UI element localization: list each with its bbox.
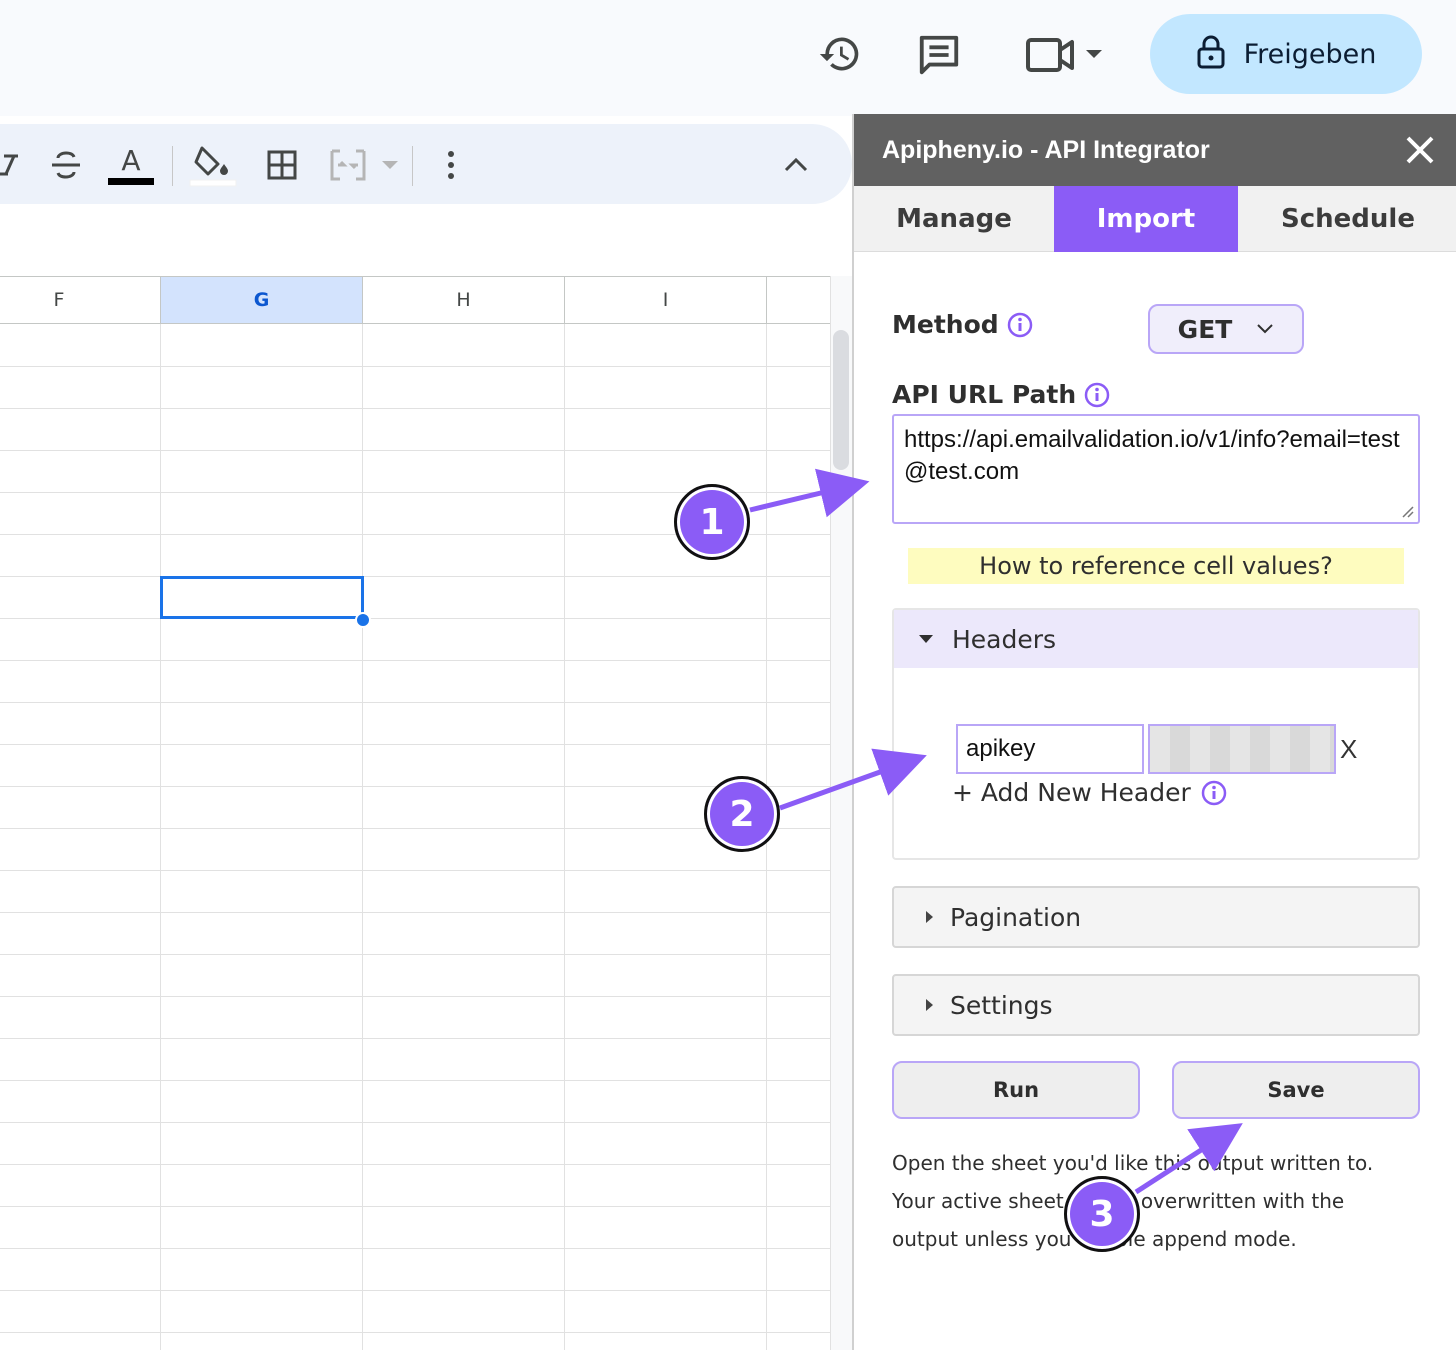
grid-row-line <box>0 1164 830 1165</box>
info-icon[interactable] <box>1201 780 1227 806</box>
caret-right-icon <box>926 911 933 923</box>
video-call-icon[interactable] <box>1024 32 1108 78</box>
output-note: Open the sheet you'd like this output wr… <box>892 1151 1374 1251</box>
close-icon[interactable] <box>1402 132 1438 168</box>
step-badge-2: 2 <box>704 776 780 852</box>
grid-row-line <box>0 744 830 745</box>
grid-column-line <box>564 324 565 1350</box>
history-icon[interactable] <box>816 30 864 78</box>
settings-label: Settings <box>950 990 1053 1020</box>
lock-icon <box>1196 35 1226 74</box>
sidebar-title: Apipheny.io - API Integrator <box>882 135 1210 164</box>
column-header-f[interactable]: F <box>0 276 161 324</box>
pagination-label: Pagination <box>950 902 1082 932</box>
more-options-icon[interactable] <box>436 140 466 190</box>
sidebar-titlebar: Apipheny.io - API Integrator <box>854 114 1456 186</box>
grid-row-line <box>0 1206 830 1207</box>
grid-row-line <box>0 618 830 619</box>
grid-column-line <box>160 324 161 1350</box>
grid-row-line <box>0 870 830 871</box>
grid-row-line <box>0 828 830 829</box>
column-header-g[interactable]: G <box>161 276 363 324</box>
api-url-value: https://api.emailvalidation.io/v1/info?e… <box>904 426 1400 485</box>
grid-row-line <box>0 912 830 913</box>
app-root: Freigeben A F G H I Apipheny.io - API In… <box>0 0 1456 1350</box>
apipheny-sidebar: Apipheny.io - API Integrator Manage Impo… <box>852 114 1456 1350</box>
column-header-i[interactable]: I <box>565 276 767 324</box>
sidebar-tabs: Manage Import Schedule <box>854 186 1456 252</box>
grid-row-line <box>0 1038 830 1039</box>
italic-icon[interactable] <box>0 140 20 190</box>
tab-schedule[interactable]: Schedule <box>1238 186 1456 252</box>
scrollbar-thumb[interactable] <box>833 330 849 470</box>
url-label: API URL Path <box>892 380 1077 409</box>
resize-handle-icon[interactable] <box>1401 505 1415 519</box>
api-url-textarea[interactable]: https://api.emailvalidation.io/v1/info?e… <box>892 414 1420 524</box>
tab-import[interactable]: Import <box>1054 186 1238 252</box>
add-header-label: + Add New Header <box>952 778 1191 807</box>
method-value: GET <box>1177 314 1233 344</box>
method-label-group: Method <box>892 310 1033 339</box>
grid-row-line <box>0 702 830 703</box>
settings-section[interactable]: Settings <box>892 974 1420 1036</box>
selected-cell[interactable] <box>160 576 364 619</box>
step-badge-3: 3 <box>1064 1176 1140 1252</box>
grid-row-line <box>0 1122 830 1123</box>
add-header-link[interactable]: + Add New Header <box>952 778 1227 807</box>
grid-column-line <box>362 324 363 1350</box>
tab-manage[interactable]: Manage <box>854 186 1054 252</box>
method-select[interactable]: GET <box>1148 304 1304 354</box>
merge-cells-icon[interactable] <box>328 140 402 190</box>
top-bar: Freigeben <box>0 0 1456 116</box>
caret-down-icon <box>919 635 933 643</box>
strikethrough-icon[interactable] <box>44 140 88 190</box>
headers-label: Headers <box>952 624 1057 654</box>
grid-row-line <box>0 660 830 661</box>
headers-toggle[interactable]: Headers <box>894 610 1418 668</box>
grid-row-line <box>0 1290 830 1291</box>
collapse-toolbar-icon[interactable] <box>776 140 816 190</box>
run-button[interactable]: Run <box>892 1061 1140 1119</box>
fill-handle[interactable] <box>355 612 371 628</box>
toolbar-divider <box>412 146 413 186</box>
cell-reference-help-link[interactable]: How to reference cell values? <box>908 548 1404 584</box>
grid-row-line <box>0 786 830 787</box>
share-label: Freigeben <box>1243 38 1377 70</box>
comment-icon[interactable] <box>914 30 964 80</box>
grid-row-line <box>0 576 830 577</box>
chevron-down-icon <box>1257 324 1274 334</box>
borders-icon[interactable] <box>262 140 302 190</box>
info-icon[interactable] <box>1084 382 1110 408</box>
svg-text:A: A <box>121 144 140 177</box>
grid-row-line <box>0 366 830 367</box>
share-button[interactable]: Freigeben <box>1150 14 1422 94</box>
caret-right-icon <box>926 999 933 1011</box>
header-key-input[interactable]: apikey <box>956 724 1144 774</box>
headers-section: Headers apikey X + Add New Header <box>892 608 1420 860</box>
grid-row-line <box>0 408 830 409</box>
column-header-h[interactable]: H <box>363 276 565 324</box>
save-button[interactable]: Save <box>1172 1061 1420 1119</box>
grid-row-line <box>0 1332 830 1333</box>
grid-row-line <box>0 450 830 451</box>
method-label: Method <box>892 310 999 339</box>
text-color-icon[interactable]: A <box>106 140 156 190</box>
grid-row-line <box>0 1248 830 1249</box>
step-badge-1: 1 <box>674 484 750 560</box>
grid-row-line <box>0 1080 830 1081</box>
fill-color-icon[interactable] <box>188 140 238 190</box>
header-value-input-redacted[interactable] <box>1148 724 1336 774</box>
url-label-group: API URL Path <box>892 380 1110 409</box>
grid-row-line <box>0 996 830 997</box>
toolbar-divider <box>172 146 173 186</box>
grid-row-line <box>0 954 830 955</box>
remove-header-button[interactable]: X <box>1340 724 1357 774</box>
info-icon[interactable] <box>1007 312 1033 338</box>
column-header-next[interactable] <box>767 276 830 324</box>
pagination-section[interactable]: Pagination <box>892 886 1420 948</box>
